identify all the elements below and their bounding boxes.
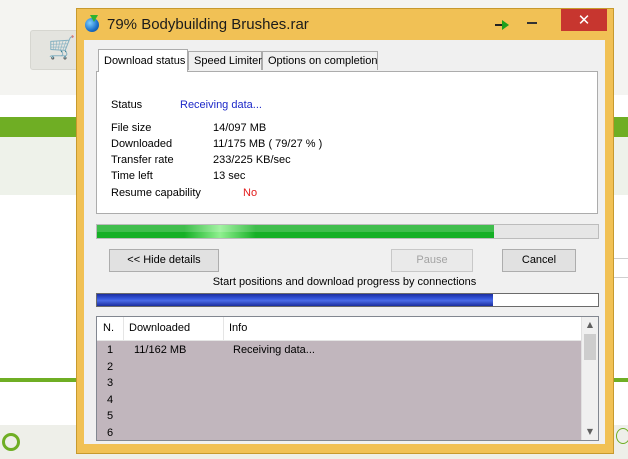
hide-details-button[interactable]: << Hide details bbox=[109, 249, 219, 272]
transfer-rate-label: Transfer rate bbox=[111, 154, 174, 166]
connections-caption: Start positions and download progress by… bbox=[212, 276, 477, 288]
download-status-panel: Status Receiving data... File size 14/09… bbox=[96, 71, 598, 214]
minimize-icon[interactable] bbox=[527, 22, 537, 24]
row-number: 3 bbox=[107, 377, 114, 390]
row-number: 4 bbox=[107, 393, 114, 406]
connections-list-body: 1 11/162 MB Receiving data... 2 3 4 5 6 bbox=[97, 341, 581, 440]
downloaded-value: 11/175 MB ( 79/27 % ) bbox=[213, 138, 323, 150]
close-icon[interactable]: ✕ bbox=[561, 9, 607, 31]
table-row[interactable]: 5 bbox=[97, 408, 581, 425]
cancel-button[interactable]: Cancel bbox=[502, 249, 576, 272]
downloaded-label: Downloaded bbox=[111, 138, 173, 150]
resume-capability-value: No bbox=[243, 187, 258, 199]
table-row[interactable]: 4 bbox=[97, 392, 581, 409]
scroll-thumb[interactable] bbox=[584, 334, 596, 360]
title-bar[interactable]: 79% Bodybuilding Brushes.rar ✕ bbox=[77, 9, 613, 39]
column-header-downloaded[interactable]: Downloaded bbox=[123, 317, 223, 340]
table-row[interactable]: 3 bbox=[97, 375, 581, 392]
connections-progress-bar bbox=[96, 293, 599, 307]
window-title: 79% Bodybuilding Brushes.rar bbox=[107, 16, 309, 33]
scroll-down-icon[interactable]: ▼ bbox=[582, 424, 598, 440]
resume-capability-label: Resume capability bbox=[111, 187, 201, 199]
download-progress-bar bbox=[96, 224, 599, 239]
scroll-up-icon[interactable]: ▲ bbox=[582, 317, 598, 333]
table-row[interactable]: 2 bbox=[97, 359, 581, 376]
transfer-rate-value: 233/225 KB/sec bbox=[213, 154, 291, 166]
connections-progress-fill bbox=[97, 294, 493, 306]
row-info: Receiving data... bbox=[233, 344, 315, 356]
row-downloaded: 11/162 MB bbox=[134, 344, 187, 356]
cart-icon: 🛒 bbox=[48, 36, 76, 61]
time-left-value: 13 sec bbox=[213, 170, 246, 182]
download-progress-fill bbox=[97, 225, 495, 238]
connections-list-header: N. Downloaded Info bbox=[97, 317, 581, 341]
column-header-number[interactable]: N. bbox=[97, 317, 123, 340]
connections-list[interactable]: N. Downloaded Info 1 11/162 MB Receiving d… bbox=[96, 316, 599, 441]
row-number: 6 bbox=[107, 427, 114, 439]
status-label: Status bbox=[111, 99, 143, 111]
row-number: 5 bbox=[107, 410, 114, 423]
tab-speed-limiter[interactable]: Speed Limiter bbox=[188, 51, 262, 70]
dialog-client-area: Download status Speed Limiter Options on… bbox=[84, 40, 605, 444]
list-scrollbar[interactable]: ▲ ▼ bbox=[581, 317, 598, 440]
row-number: 2 bbox=[107, 360, 114, 373]
tab-download-status[interactable]: Download status bbox=[98, 49, 188, 72]
background-right-control[interactable] bbox=[612, 258, 628, 278]
background-right-icon[interactable] bbox=[616, 428, 628, 444]
time-left-label: Time left bbox=[111, 170, 153, 182]
pause-button[interactable]: Pause bbox=[391, 249, 473, 272]
status-value: Receiving data... bbox=[180, 99, 262, 111]
column-header-info[interactable]: Info bbox=[223, 317, 581, 340]
download-dialog: 79% Bodybuilding Brushes.rar ✕ Download … bbox=[76, 8, 614, 454]
file-size-label: File size bbox=[111, 122, 152, 134]
file-size-value: 14/097 MB bbox=[213, 122, 267, 134]
lifebuoy-icon[interactable] bbox=[2, 433, 20, 451]
table-row[interactable]: 6 bbox=[97, 425, 581, 440]
table-row[interactable]: 1 11/162 MB Receiving data... bbox=[97, 342, 581, 359]
tab-options-on-completion[interactable]: Options on completion bbox=[262, 51, 378, 70]
app-download-arrow-icon bbox=[90, 15, 98, 22]
pin-arrow-icon[interactable] bbox=[495, 18, 509, 30]
row-number: 1 bbox=[107, 344, 114, 356]
